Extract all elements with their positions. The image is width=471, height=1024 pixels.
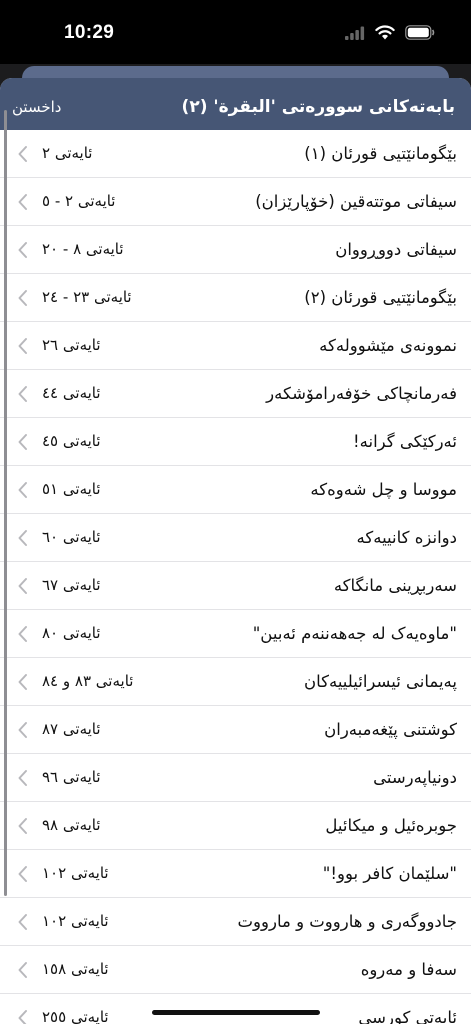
list-item-verse: ئایەتی ٤٥ xyxy=(42,432,101,450)
list-item[interactable]: دوانزە کانییەکە ئایەتی ٦٠ xyxy=(0,514,471,562)
list-item-title: پەیمانی ئیسرائیلییەکان xyxy=(303,672,457,691)
chevron-left-icon xyxy=(16,960,30,980)
list-item-verse: ئایەتی ٨٣ و ٨٤ xyxy=(42,672,134,690)
topic-list: بێگومانێتیی قورئان (١) ئایەتی ٢ سیفاتی موت… xyxy=(0,130,471,1024)
list-item-title: سەفا و مەروە xyxy=(360,960,457,979)
chevron-left-icon xyxy=(16,336,30,356)
home-indicator[interactable] xyxy=(152,1010,320,1015)
chevron-left-icon xyxy=(16,768,30,788)
chevron-left-icon xyxy=(16,480,30,500)
list-item-title: سیفاتی دووڕووان xyxy=(335,240,457,259)
list-item[interactable]: سیفاتی دووڕووان ئایەتی ٨ - ٢٠ xyxy=(0,226,471,274)
list-item-verse: ئایەتی ٢ - ٥ xyxy=(42,192,116,210)
page-title: بابەتەکانی سوورەتی 'البقرة' (٢) xyxy=(181,97,455,117)
list-item[interactable]: دونیاپەرستی ئایەتی ٩٦ xyxy=(0,754,471,802)
list-item[interactable]: بێگومانێتیی قورئان (٢) ئایەتی ٢٣ - ٢٤ xyxy=(0,274,471,322)
list-item-verse: ئایەتی ١٠٢ xyxy=(42,912,109,930)
signal-icon xyxy=(345,25,365,44)
list-item-verse: ئایەتی ٩٦ xyxy=(42,768,101,786)
list-item-verse: ئایەتی ٤٤ xyxy=(42,384,101,402)
list-item-title: دونیاپەرستی xyxy=(373,768,457,787)
list-item-title: دوانزە کانییەکە xyxy=(356,528,457,547)
chevron-left-icon xyxy=(16,528,30,548)
list-item-verse: ئایەتی ٢٣ - ٢٤ xyxy=(42,288,132,306)
wifi-icon xyxy=(375,25,395,44)
list-item-title: بێگومانێتیی قورئان (٢) xyxy=(304,288,457,307)
list-item[interactable]: بێگومانێتیی قورئان (١) ئایەتی ٢ xyxy=(0,130,471,178)
list-item[interactable]: فەرمانچاکی خۆفەرامۆشکەر ئایەتی ٤٤ xyxy=(0,370,471,418)
modal-sheet: بابەتەکانی سوورەتی 'البقرة' (٢) داخستن ب… xyxy=(0,78,471,1024)
list-item[interactable]: پەیمانی ئیسرائیلییەکان ئایەتی ٨٣ و ٨٤ xyxy=(0,658,471,706)
list-item[interactable]: سیفاتی موتتەقین (خۆپارێزان) ئایەتی ٢ - ٥ xyxy=(0,178,471,226)
chevron-left-icon xyxy=(16,912,30,932)
chevron-left-icon xyxy=(16,288,30,308)
list-item-title: جوبرەئیل و میکائیل xyxy=(325,816,457,835)
scrollbar[interactable] xyxy=(4,110,7,896)
chevron-left-icon xyxy=(16,672,30,692)
list-item[interactable]: ئەرکێکی گرانە! ئایەتی ٤٥ xyxy=(0,418,471,466)
list-item[interactable]: جادووگەری و هارووت و مارووت ئایەتی ١٠٢ xyxy=(0,898,471,946)
list-item-title: فەرمانچاکی خۆفەرامۆشکەر xyxy=(266,384,457,403)
status-time: 10:29 xyxy=(64,22,115,43)
chevron-left-icon xyxy=(16,864,30,884)
list-item[interactable]: "ماوەیەک لە جەهەننەم ئەبین" ئایەتی ٨٠ xyxy=(0,610,471,658)
list-item-title: "سلێمان کافر بوو!" xyxy=(322,864,457,883)
list-item[interactable]: نموونەی مێشوولەکە ئایەتی ٢٦ xyxy=(0,322,471,370)
list-item-title: سیفاتی موتتەقین (خۆپارێزان) xyxy=(255,192,457,211)
list-item-verse: ئایەتی ٦٠ xyxy=(42,528,101,546)
list-item-title: سەربڕینی مانگاکە xyxy=(333,576,457,595)
list-item-title: بێگومانێتیی قورئان (١) xyxy=(304,144,457,163)
battery-icon xyxy=(405,25,435,44)
list-item[interactable]: ئایەتی کورسی ئایەتی ٢٥٥ xyxy=(0,994,471,1024)
status-icons xyxy=(345,25,435,44)
status-bar: 10:29 xyxy=(0,0,471,64)
list-item[interactable]: جوبرەئیل و میکائیل ئایەتی ٩٨ xyxy=(0,802,471,850)
chevron-left-icon xyxy=(16,144,30,164)
list-item-title: جادووگەری و هارووت و مارووت xyxy=(237,912,457,931)
list-item-title: ئەرکێکی گرانە! xyxy=(353,432,457,451)
list-item-title: نموونەی مێشوولەکە xyxy=(319,336,457,355)
list-item-verse: ئایەتی ٢٦ xyxy=(42,336,101,354)
list-item[interactable]: مووسا و چل شەوەکە ئایەتی ٥١ xyxy=(0,466,471,514)
list-item[interactable]: سەربڕینی مانگاکە ئایەتی ٦٧ xyxy=(0,562,471,610)
list-item-verse: ئایەتی ٨ - ٢٠ xyxy=(42,240,124,258)
list-item-title: مووسا و چل شەوەکە xyxy=(310,480,457,499)
chevron-left-icon xyxy=(16,192,30,212)
chevron-left-icon xyxy=(16,720,30,740)
chevron-left-icon xyxy=(16,432,30,452)
chevron-left-icon xyxy=(16,624,30,644)
list-item-verse: ئایەتی ١٠٢ xyxy=(42,864,109,882)
list-item-verse: ئایەتی ٨٧ xyxy=(42,720,101,738)
chevron-left-icon xyxy=(16,816,30,836)
list-item[interactable]: "سلێمان کافر بوو!" ئایەتی ١٠٢ xyxy=(0,850,471,898)
list-item-verse: ئایەتی ١٥٨ xyxy=(42,960,109,978)
list-item-verse: ئایەتی ٨٠ xyxy=(42,624,101,642)
chevron-left-icon xyxy=(16,1008,30,1024)
chevron-left-icon xyxy=(16,576,30,596)
list-item-title: ئایەتی کورسی xyxy=(358,1008,457,1024)
chevron-left-icon xyxy=(16,240,30,260)
list-item[interactable]: کوشتنی پێغەمبەران ئایەتی ٨٧ xyxy=(0,706,471,754)
list-item-verse: ئایەتی ٩٨ xyxy=(42,816,101,834)
list-item-verse: ئایەتی ٥١ xyxy=(42,480,101,498)
close-button[interactable]: داخستن xyxy=(12,78,61,130)
list-item-title: کوشتنی پێغەمبەران xyxy=(324,720,457,739)
list-item-verse: ئایەتی ٢٥٥ xyxy=(42,1008,109,1024)
list-item[interactable]: سەفا و مەروە ئایەتی ١٥٨ xyxy=(0,946,471,994)
list-item-verse: ئایەتی ٢ xyxy=(42,144,93,162)
list-item-title: "ماوەیەک لە جەهەننەم ئەبین" xyxy=(252,624,457,643)
chevron-left-icon xyxy=(16,384,30,404)
list-item-verse: ئایەتی ٦٧ xyxy=(42,576,101,594)
nav-bar: بابەتەکانی سوورەتی 'البقرة' (٢) داخستن xyxy=(0,78,471,130)
